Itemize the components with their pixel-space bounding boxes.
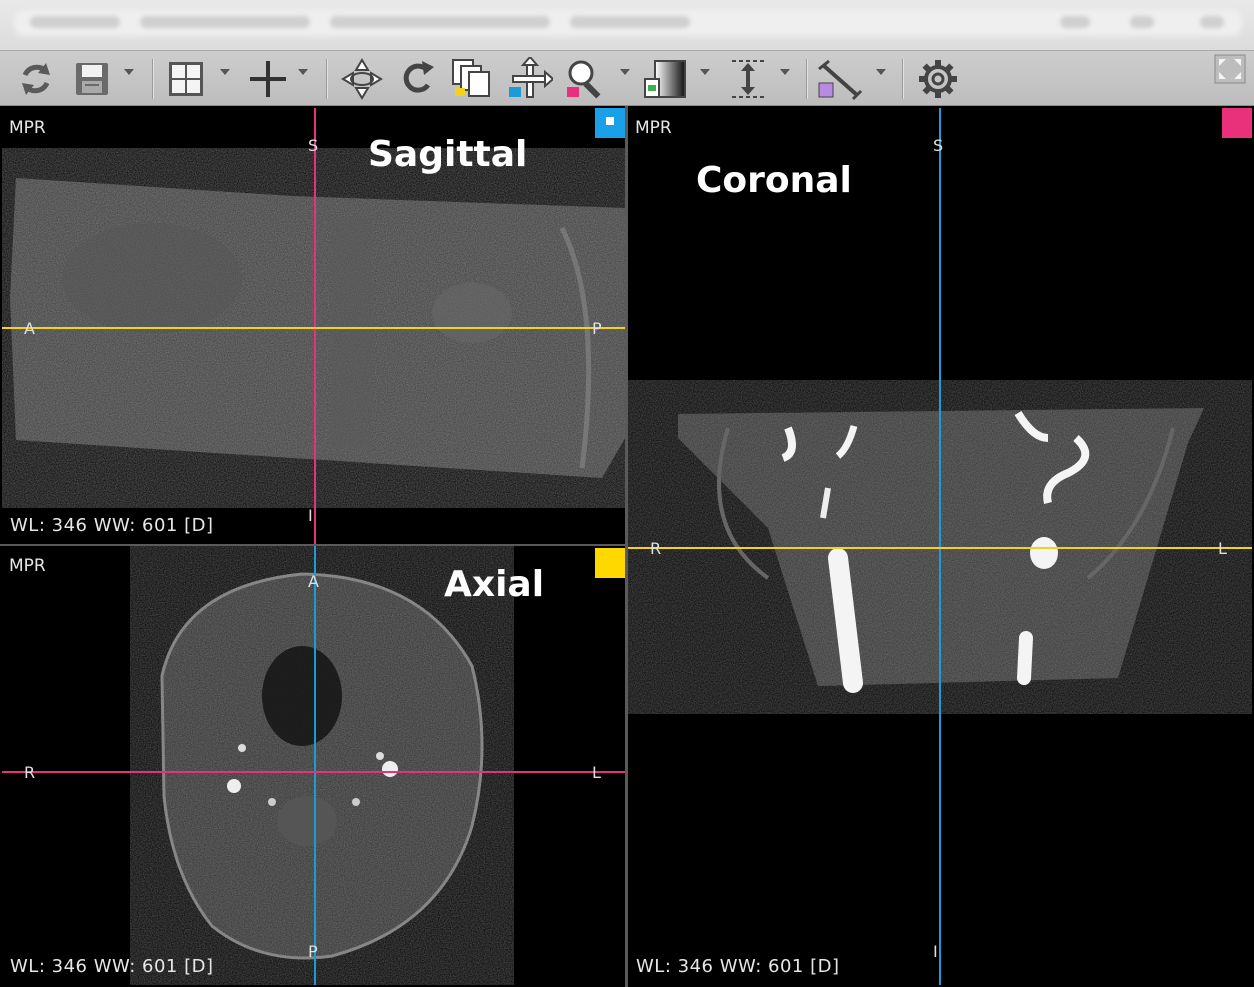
viewport-mode-label: MPR — [9, 118, 46, 138]
viewport-splitter-vertical[interactable] — [625, 106, 628, 987]
orientation-top: S — [933, 136, 944, 155]
stack-button[interactable] — [448, 57, 496, 101]
toolbar — [0, 50, 1254, 106]
title-blur-segment — [140, 16, 310, 28]
marker-dot — [606, 117, 614, 125]
orientation-top: S — [308, 136, 319, 155]
pan-icon — [509, 57, 553, 98]
window-level-info: WL: 346 WW: 601 [D] — [636, 956, 840, 977]
toolbar-separator — [806, 59, 808, 99]
crosshair-horizontal[interactable] — [2, 327, 625, 329]
zoom-icon — [567, 60, 601, 99]
measure-button[interactable] — [814, 57, 866, 101]
measure-icon — [818, 59, 863, 101]
pan-button[interactable] — [506, 57, 554, 101]
toolbar-separator — [902, 59, 904, 99]
title-blur-segment — [330, 16, 550, 28]
refresh-icon — [22, 63, 50, 95]
orientation-right: P — [592, 319, 602, 338]
crosshair-vertical[interactable] — [314, 108, 316, 544]
viewport-sagittal[interactable]: MPR Sagittal S I A P WL: 346 WW: 601 [D] — [2, 108, 625, 544]
crosshair-button[interactable] — [246, 57, 290, 101]
toolbar-separator — [326, 59, 328, 99]
save-icon — [76, 63, 108, 95]
title-blur-segment — [570, 16, 690, 28]
fullscreen-button[interactable] — [1212, 53, 1248, 85]
window-title-bar — [0, 0, 1254, 50]
zoom-button[interactable] — [562, 57, 610, 101]
viewport-color-marker — [595, 548, 625, 578]
crosshair-horizontal[interactable] — [2, 771, 625, 773]
refresh-button[interactable] — [14, 57, 58, 101]
viewport-axial[interactable]: MPR Axial A P R L WL: 346 WW: 601 [D] — [2, 546, 625, 985]
stack-icon — [452, 59, 490, 97]
viewport-title: Axial — [444, 564, 545, 605]
viewport-mode-label: MPR — [635, 118, 672, 138]
crosshair-vertical[interactable] — [314, 546, 316, 985]
viewport-mode-label: MPR — [9, 556, 46, 576]
thickness-button[interactable] — [726, 57, 770, 101]
viewport-title: Sagittal — [368, 134, 528, 175]
crosshair-dropdown-icon[interactable] — [298, 69, 308, 75]
window-level-icon — [644, 60, 686, 98]
mpr-viewer: MPR Sagittal S I A P WL: 346 WW: 601 [D] — [0, 106, 1254, 987]
orientation-bottom: P — [308, 942, 318, 961]
thickness-dropdown-icon[interactable] — [780, 69, 790, 75]
viewport-color-marker — [1222, 108, 1252, 138]
viewport-color-marker — [595, 108, 625, 138]
title-blur-segment — [30, 16, 120, 28]
orientation-bottom: I — [308, 506, 313, 525]
zoom-dropdown-icon[interactable] — [620, 69, 630, 75]
window-level-info: WL: 346 WW: 601 [D] — [10, 956, 214, 977]
save-button[interactable] — [70, 57, 114, 101]
layout-icon — [169, 62, 203, 96]
orientation-left: A — [24, 319, 35, 338]
title-blur-segment — [1130, 16, 1154, 28]
measure-dropdown-icon[interactable] — [876, 69, 886, 75]
settings-icon — [919, 60, 957, 98]
save-dropdown-icon[interactable] — [124, 69, 134, 75]
settings-button[interactable] — [916, 57, 960, 101]
toolbar-separator — [152, 59, 154, 99]
viewport-splitter-horizontal[interactable] — [0, 544, 625, 546]
rotate-icon — [403, 61, 434, 93]
orientation-left: R — [24, 763, 36, 782]
crosshair-horizontal[interactable] — [628, 547, 1252, 549]
viewport-coronal[interactable]: MPR Coronal S I R L WL: 346 WW: 601 [D] — [628, 108, 1252, 985]
window-level-button[interactable] — [640, 57, 690, 101]
layout-button[interactable] — [164, 57, 208, 101]
viewport-title: Coronal — [696, 160, 852, 201]
rotate3d-button[interactable] — [340, 57, 384, 101]
orientation-left: R — [650, 539, 662, 558]
orientation-bottom: I — [933, 942, 938, 961]
rotate-button[interactable] — [396, 57, 440, 101]
thickness-icon — [732, 60, 764, 98]
title-blur-segment — [1200, 16, 1224, 28]
orientation-right: L — [1218, 539, 1227, 558]
crosshair-icon — [250, 61, 286, 97]
window-level-info: WL: 346 WW: 601 [D] — [10, 515, 214, 536]
rotate3d-icon — [341, 58, 383, 100]
fullscreen-icon — [1214, 54, 1246, 84]
orientation-right: L — [592, 763, 601, 782]
title-blur-segment — [1060, 16, 1090, 28]
layout-dropdown-icon[interactable] — [220, 69, 230, 75]
window-level-dropdown-icon[interactable] — [700, 69, 710, 75]
orientation-top: A — [308, 572, 319, 591]
